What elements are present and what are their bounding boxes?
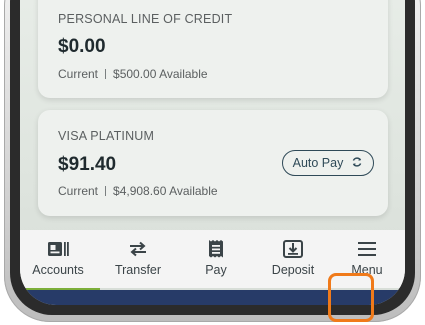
account-subline: Current $4,908.60 Available <box>58 184 218 198</box>
autopay-button[interactable]: Auto Pay <box>282 150 374 176</box>
tab-deposit[interactable]: Deposit <box>255 230 331 288</box>
tab-label: Accounts <box>32 263 84 277</box>
autopay-label: Auto Pay <box>292 156 344 170</box>
account-title: VISA PLATINUM <box>58 129 155 143</box>
tab-label: Deposit <box>271 263 315 277</box>
tab-accounts[interactable]: Accounts <box>20 230 96 288</box>
accounts-icon <box>47 239 69 259</box>
menu-highlight-outline <box>328 273 374 322</box>
account-balance: $91.40 <box>58 154 117 175</box>
account-subline: Current $500.00 Available <box>58 67 208 81</box>
tab-label: Pay <box>205 263 227 277</box>
current-label: Current <box>58 67 99 81</box>
divider <box>105 186 107 196</box>
divider <box>105 69 107 79</box>
transfer-icon <box>128 239 148 259</box>
account-title: PERSONAL LINE OF CREDIT <box>58 12 233 26</box>
available-amount: $4,908.60 Available <box>113 184 218 198</box>
account-balance: $0.00 <box>58 36 106 57</box>
tab-transfer[interactable]: Transfer <box>100 230 176 288</box>
tab-pay[interactable]: Pay <box>178 230 254 288</box>
current-label: Current <box>58 184 99 198</box>
refresh-icon <box>351 156 363 171</box>
deposit-icon <box>283 239 303 259</box>
pay-icon <box>208 239 224 259</box>
account-card-visa-platinum[interactable]: VISA PLATINUM $91.40 Current $4,908.60 Av… <box>38 110 388 216</box>
tab-label: Transfer <box>114 263 162 277</box>
available-amount: $500.00 Available <box>113 67 208 81</box>
menu-icon <box>358 239 376 259</box>
app-screen: PERSONAL LINE OF CREDIT $0.00 Current $50… <box>20 0 405 305</box>
account-card-line-of-credit[interactable]: PERSONAL LINE OF CREDIT $0.00 Current $50… <box>38 0 388 98</box>
